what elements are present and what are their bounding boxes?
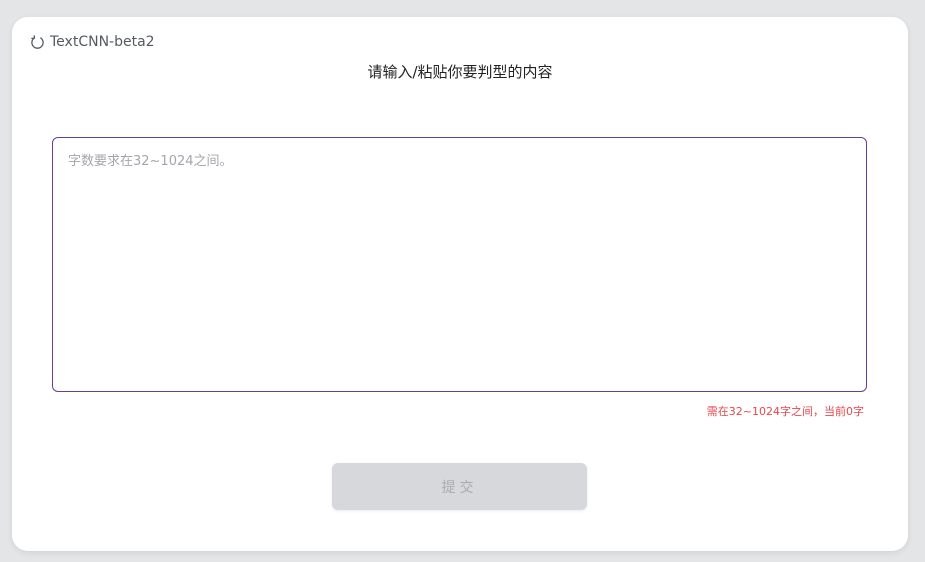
character-count-hint: 需在32~1024字之间，当前0字: [706, 405, 864, 418]
refresh-icon: [30, 34, 45, 50]
main-card: TextCNN-beta2 请输入/粘贴你要判型的内容 需在32~1024字之间…: [12, 17, 908, 551]
submit-button[interactable]: 提交: [332, 463, 587, 510]
brand: TextCNN-beta2: [30, 34, 155, 50]
brand-name: TextCNN-beta2: [50, 34, 155, 50]
page-title: 请输入/粘贴你要判型的内容: [367, 63, 553, 81]
content-textarea[interactable]: [52, 137, 867, 392]
